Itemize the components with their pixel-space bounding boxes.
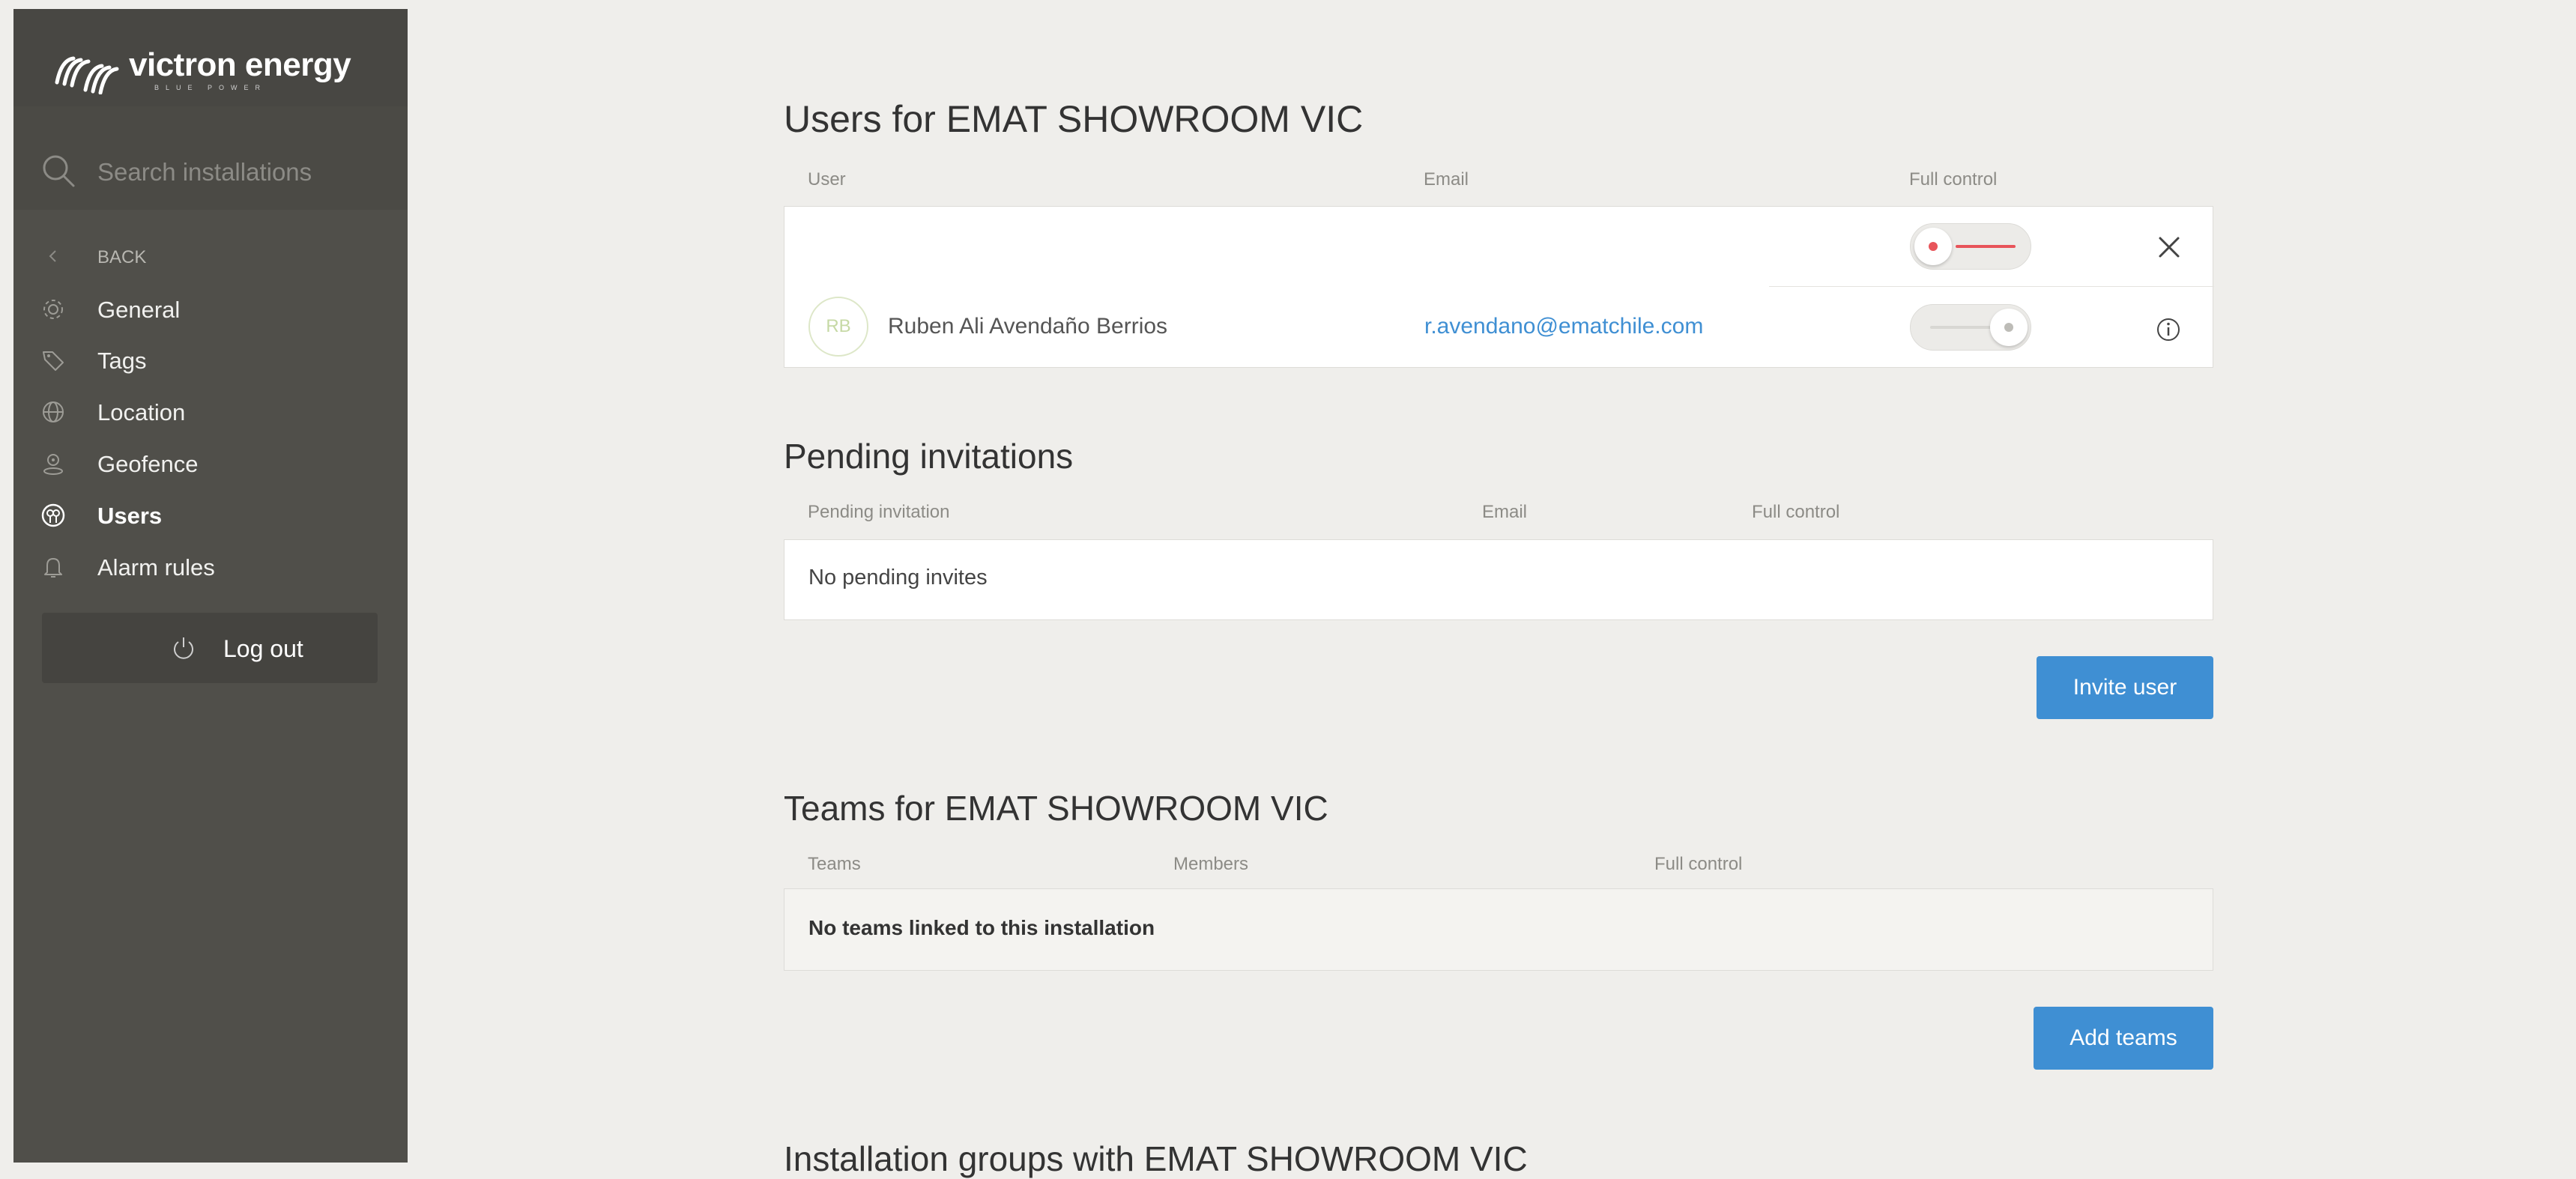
back-label: BACK — [97, 247, 147, 267]
sidebar-item-label: Tags — [97, 348, 147, 374]
column-header-full-control: Full control — [1654, 854, 1743, 874]
add-teams-button[interactable]: Add teams — [2034, 1007, 2213, 1070]
brand-name: victron energy — [129, 46, 351, 83]
globe-icon — [43, 401, 64, 422]
pending-invitations-table: No pending invites — [784, 539, 2213, 620]
table-row: RB Ruben Ali Avendaño Berrios r.avendano… — [784, 287, 2213, 368]
sidebar-item-label: Users — [97, 503, 163, 529]
column-header-full-control: Full control — [1909, 169, 1998, 190]
tag-icon — [43, 351, 64, 371]
teams-section-title: Teams for EMAT SHOWROOM VIC — [784, 789, 1328, 828]
sidebar-item-tags[interactable]: Tags — [13, 337, 408, 382]
full-control-toggle[interactable] — [1910, 304, 2031, 351]
chevron-left-icon — [49, 250, 56, 262]
sidebar-item-general[interactable]: General — [13, 286, 408, 331]
pending-section-title: Pending invitations — [784, 437, 1074, 476]
column-header-email: Email — [1482, 502, 1528, 522]
geofence-icon — [43, 454, 63, 475]
power-icon — [174, 637, 193, 659]
search-bar — [13, 106, 408, 210]
sidebar-item-geofence[interactable]: Geofence — [13, 440, 408, 485]
empty-state-text: No pending invites — [808, 566, 988, 590]
sidebar-item-label: Location — [97, 399, 186, 425]
sidebar-item-location[interactable]: Location — [13, 389, 408, 434]
search-input[interactable] — [96, 153, 391, 192]
users-section-title: Users for EMAT SHOWROOM VIC — [784, 98, 1364, 140]
users-table: RB Ruben Ali Avendaño Berrios r.avendano… — [784, 206, 2214, 368]
info-icon[interactable] — [2156, 317, 2181, 342]
avatar: RB — [808, 297, 868, 357]
user-email-link[interactable]: r.avendano@ematchile.com — [1424, 314, 1703, 339]
column-header-pending-invitation: Pending invitation — [808, 502, 950, 522]
invite-user-button[interactable]: Invite user — [2037, 656, 2213, 719]
logout-button[interactable]: Log out — [42, 613, 378, 683]
sidebar-item-label: General — [97, 297, 181, 323]
sidebar-item-label: Alarm rules — [97, 554, 215, 581]
installation-groups-section-title: Installation groups with EMAT SHOWROOM V… — [784, 1139, 1528, 1178]
full-control-toggle[interactable] — [1910, 223, 2031, 270]
remove-user-icon[interactable] — [2157, 235, 2181, 259]
table-row — [784, 207, 2213, 286]
column-header-user: User — [808, 169, 846, 190]
brand-tagline: BLUE POWER — [154, 84, 267, 91]
logo[interactable]: victron energy BLUE POWER — [13, 9, 408, 106]
column-header-full-control: Full control — [1752, 502, 1840, 522]
sidebar: victron energy BLUE POWER BACK General T… — [13, 9, 408, 1163]
back-button[interactable]: BACK — [13, 234, 408, 279]
gear-icon — [43, 300, 63, 319]
sidebar-item-users[interactable]: Users — [13, 492, 408, 537]
logout-label: Log out — [223, 635, 303, 662]
sidebar-item-label: Geofence — [97, 451, 199, 477]
victron-logo-icon — [55, 56, 119, 94]
user-name: Ruben Ali Avendaño Berrios — [888, 314, 1168, 339]
bell-icon — [44, 558, 62, 578]
column-header-email: Email — [1424, 169, 1469, 190]
search-icon — [43, 155, 75, 187]
empty-state-text: No teams linked to this installation — [808, 916, 1155, 939]
sidebar-item-alarm-rules[interactable]: Alarm rules — [13, 544, 408, 589]
column-header-members: Members — [1173, 854, 1249, 874]
users-icon — [41, 503, 65, 527]
column-header-teams: Teams — [808, 854, 861, 874]
teams-table: No teams linked to this installation — [784, 888, 2213, 971]
